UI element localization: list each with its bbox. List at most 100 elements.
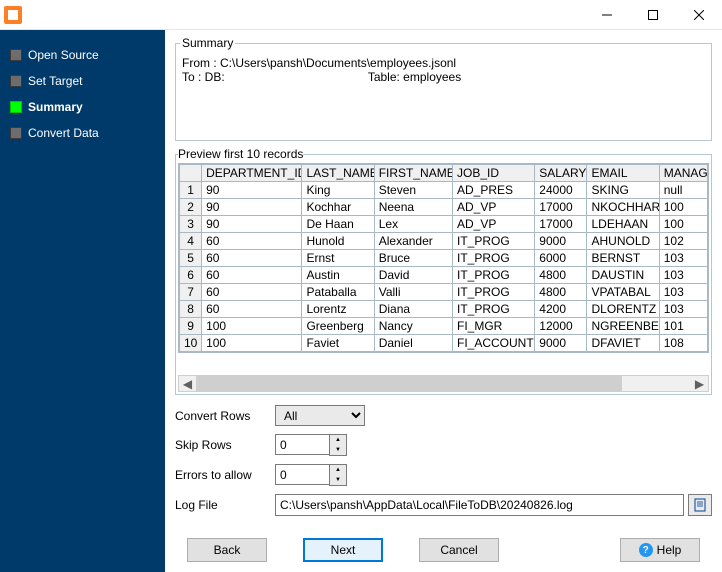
column-header[interactable]: MANAG xyxy=(659,165,707,182)
table-cell: LDEHAAN xyxy=(587,216,659,233)
table-cell: 60 xyxy=(202,301,302,318)
table-row[interactable]: 660AustinDavidIT_PROG4800DAUSTIN103 xyxy=(180,267,708,284)
column-header[interactable]: FIRST_NAME xyxy=(374,165,452,182)
table-cell: 12000 xyxy=(535,318,587,335)
back-button[interactable]: Back xyxy=(187,538,267,562)
table-cell: 100 xyxy=(202,318,302,335)
table-cell: 108 xyxy=(659,335,707,352)
spin-up-icon[interactable]: ▲ xyxy=(330,465,346,475)
row-number-cell: 1 xyxy=(180,182,202,199)
table-cell: Neena xyxy=(374,199,452,216)
table-cell: 90 xyxy=(202,216,302,233)
maximize-button[interactable] xyxy=(630,0,676,30)
column-header[interactable]: EMAIL xyxy=(587,165,659,182)
table-cell: 17000 xyxy=(535,199,587,216)
help-icon: ? xyxy=(639,543,653,557)
titlebar xyxy=(0,0,722,30)
table-cell: Steven xyxy=(374,182,452,199)
skip-rows-label: Skip Rows xyxy=(175,438,275,452)
table-cell: Hunold xyxy=(302,233,374,250)
table-cell: IT_PROG xyxy=(453,301,535,318)
table-cell: 100 xyxy=(659,199,707,216)
table-cell: 60 xyxy=(202,233,302,250)
spin-down-icon[interactable]: ▼ xyxy=(330,475,346,485)
table-cell: Pataballa xyxy=(302,284,374,301)
table-cell: DAUSTIN xyxy=(587,267,659,284)
convert-rows-select[interactable]: All xyxy=(275,405,365,426)
table-cell: Ernst xyxy=(302,250,374,267)
table-cell: Kochhar xyxy=(302,199,374,216)
table-cell: 100 xyxy=(202,335,302,352)
table-cell: 4800 xyxy=(535,284,587,301)
browse-logfile-button[interactable] xyxy=(688,494,712,516)
wizard-step-open-source[interactable]: Open Source xyxy=(6,42,159,68)
next-button[interactable]: Next xyxy=(303,538,383,562)
table-row[interactable]: 460HunoldAlexanderIT_PROG9000AHUNOLD102 xyxy=(180,233,708,250)
table-cell: Valli xyxy=(374,284,452,301)
column-header[interactable]: LAST_NAME xyxy=(302,165,374,182)
table-cell: 60 xyxy=(202,250,302,267)
table-cell: 103 xyxy=(659,267,707,284)
file-icon xyxy=(693,498,707,512)
skip-rows-spinner[interactable]: ▲▼ xyxy=(275,434,347,456)
table-cell: 102 xyxy=(659,233,707,250)
wizard-sidebar: Open Source Set Target Summary Convert Data xyxy=(0,30,165,572)
row-number-header[interactable] xyxy=(180,165,202,182)
table-cell: King xyxy=(302,182,374,199)
table-row[interactable]: 560ErnstBruceIT_PROG6000BERNST103 xyxy=(180,250,708,267)
errors-spinner[interactable]: ▲▼ xyxy=(275,464,347,486)
table-cell: DFAVIET xyxy=(587,335,659,352)
wizard-step-set-target[interactable]: Set Target xyxy=(6,68,159,94)
table-cell: 4200 xyxy=(535,301,587,318)
row-number-cell: 4 xyxy=(180,233,202,250)
table-cell: AHUNOLD xyxy=(587,233,659,250)
help-button[interactable]: ? Help xyxy=(620,538,700,562)
wizard-step-summary[interactable]: Summary xyxy=(6,94,159,120)
step-box-icon xyxy=(10,127,22,139)
table-cell: Bruce xyxy=(374,250,452,267)
summary-legend: Summary xyxy=(180,36,235,50)
step-label: Open Source xyxy=(28,48,99,62)
table-row[interactable]: 290KochharNeenaAD_VP17000NKOCHHAR100 xyxy=(180,199,708,216)
table-cell: Austin xyxy=(302,267,374,284)
errors-input[interactable] xyxy=(275,464,329,485)
logfile-input[interactable] xyxy=(275,494,684,516)
cancel-button[interactable]: Cancel xyxy=(419,538,499,562)
table-row[interactable]: 10100FavietDanielFI_ACCOUNT9000DFAVIET10… xyxy=(180,335,708,352)
preview-section: Preview first 10 records DEPARTMENT_IDLA… xyxy=(175,147,712,395)
table-cell: Daniel xyxy=(374,335,452,352)
table-cell: AD_VP xyxy=(453,216,535,233)
table-cell: 9000 xyxy=(535,233,587,250)
wizard-step-convert-data[interactable]: Convert Data xyxy=(6,120,159,146)
table-cell: 17000 xyxy=(535,216,587,233)
horizontal-scrollbar[interactable]: ◀ ▶ xyxy=(178,375,709,392)
minimize-button[interactable] xyxy=(584,0,630,30)
step-box-icon xyxy=(10,101,22,113)
table-cell: NGREENBE xyxy=(587,318,659,335)
table-cell: Alexander xyxy=(374,233,452,250)
table-row[interactable]: 390De HaanLexAD_VP17000LDEHAAN100 xyxy=(180,216,708,233)
table-row[interactable]: 9100GreenbergNancyFI_MGR12000NGREENBE101 xyxy=(180,318,708,335)
spin-down-icon[interactable]: ▼ xyxy=(330,445,346,455)
table-row[interactable]: 190KingStevenAD_PRES24000SKINGnull xyxy=(180,182,708,199)
column-header[interactable]: SALARY xyxy=(535,165,587,182)
row-number-cell: 8 xyxy=(180,301,202,318)
column-header[interactable]: DEPARTMENT_ID xyxy=(202,165,302,182)
close-button[interactable] xyxy=(676,0,722,30)
scroll-right-icon[interactable]: ▶ xyxy=(691,376,708,391)
step-label: Convert Data xyxy=(28,126,99,140)
convert-rows-label: Convert Rows xyxy=(175,409,275,423)
step-box-icon xyxy=(10,49,22,61)
table-cell: 103 xyxy=(659,284,707,301)
table-cell: 60 xyxy=(202,284,302,301)
table-cell: 103 xyxy=(659,250,707,267)
skip-rows-input[interactable] xyxy=(275,434,329,455)
spin-up-icon[interactable]: ▲ xyxy=(330,435,346,445)
step-label: Set Target xyxy=(28,74,82,88)
table-cell: IT_PROG xyxy=(453,267,535,284)
table-row[interactable]: 860LorentzDianaIT_PROG4200DLORENTZ103 xyxy=(180,301,708,318)
table-cell: Greenberg xyxy=(302,318,374,335)
table-row[interactable]: 760PataballaValliIT_PROG4800VPATABAL103 xyxy=(180,284,708,301)
column-header[interactable]: JOB_ID xyxy=(453,165,535,182)
scroll-left-icon[interactable]: ◀ xyxy=(179,376,196,391)
